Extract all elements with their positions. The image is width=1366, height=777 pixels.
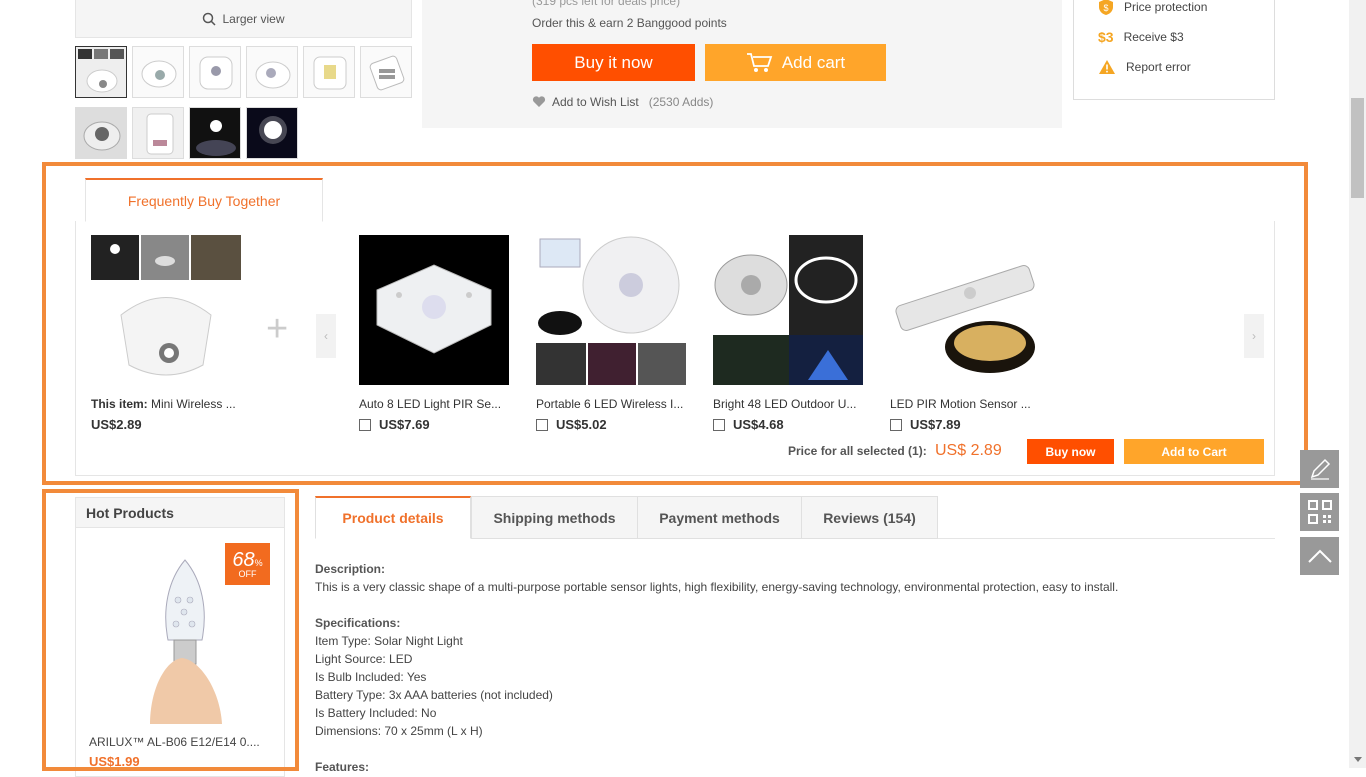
add-cart-label: Add cart <box>781 52 846 72</box>
gallery-thumb[interactable] <box>189 46 241 98</box>
points-note: Order this & earn 2 Banggood points <box>532 16 727 30</box>
receive-3-label: Receive $3 <box>1123 30 1184 44</box>
larger-view-button[interactable]: Larger view <box>75 0 412 38</box>
tab-reviews-label: Reviews (154) <box>823 509 916 526</box>
description-heading: Description: <box>315 562 386 576</box>
hot-highlight-frame <box>42 489 299 771</box>
spec-line: Light Source: LED <box>315 652 413 666</box>
larger-view-label: Larger view <box>222 11 285 26</box>
fbt-highlight-frame <box>42 162 1308 485</box>
product-details: Description: This is a very classic shap… <box>315 560 1275 776</box>
scroll-down-button[interactable] <box>1349 751 1366 768</box>
tab-product-details[interactable]: Product details <box>315 496 471 539</box>
warning-icon <box>1099 60 1115 74</box>
stock-note: (319 pcs left for deals price) <box>532 0 681 8</box>
add-cart-button[interactable]: Add cart <box>705 44 886 81</box>
spec-line: Is Battery Included: No <box>315 706 437 720</box>
gallery-thumb[interactable] <box>75 46 127 98</box>
qr-code-icon <box>1307 500 1332 524</box>
wishlist-count: (2530 Adds) <box>648 95 714 109</box>
tab-payment-methods-label: Payment methods <box>659 509 780 526</box>
svg-text:$: $ <box>1103 3 1108 13</box>
spec-line: Battery Type: 3x AAA batteries (not incl… <box>315 688 553 702</box>
tab-shipping-methods[interactable]: Shipping methods <box>471 496 638 539</box>
receive-3-link[interactable]: $3 Receive $3 <box>1074 22 1274 52</box>
report-error-link[interactable]: Report error <box>1074 52 1274 82</box>
cart-icon <box>746 52 773 72</box>
report-error-label: Report error <box>1126 60 1191 74</box>
price-protection-label: Price protection <box>1124 0 1208 14</box>
scroll-down-icon <box>1353 757 1362 762</box>
pencil-icon <box>1310 458 1330 480</box>
dollar-3-icon: $3 <box>1098 29 1114 45</box>
tab-product-details-label: Product details <box>342 510 444 526</box>
gallery-thumb[interactable] <box>246 107 298 159</box>
gallery-thumb[interactable] <box>132 107 184 159</box>
spec-line: Dimensions: 70 x 25mm (L x H) <box>315 724 483 738</box>
gallery-thumb[interactable] <box>132 46 184 98</box>
tab-shipping-methods-label: Shipping methods <box>493 509 616 526</box>
wishlist-link[interactable]: Add to Wish List (2530 Adds) <box>532 95 713 109</box>
buy-it-now-button[interactable]: Buy it now <box>532 44 695 81</box>
price-protection-link[interactable]: $ Price protection <box>1074 0 1274 22</box>
chevron-up-icon <box>1307 549 1332 563</box>
gallery-thumb[interactable] <box>246 46 298 98</box>
gallery-thumb[interactable] <box>360 46 412 98</box>
gallery-thumb[interactable] <box>75 107 127 159</box>
feedback-button[interactable] <box>1300 450 1339 488</box>
spec-line: Item Type: Solar Night Light <box>315 634 463 648</box>
scrollbar-thumb[interactable] <box>1351 98 1364 198</box>
tab-reviews[interactable]: Reviews (154) <box>801 496 938 539</box>
gallery-thumb[interactable] <box>303 46 355 98</box>
heart-icon <box>532 96 546 107</box>
wishlist-label: Add to Wish List <box>552 95 639 109</box>
specifications-heading: Specifications: <box>315 616 401 630</box>
features-heading: Features: <box>315 760 370 774</box>
spec-line: Is Bulb Included: Yes <box>315 670 427 684</box>
back-to-top-button[interactable] <box>1300 537 1339 575</box>
service-box: $ Price protection $3 Receive $3 Report … <box>1073 0 1275 100</box>
shield-dollar-icon: $ <box>1099 0 1113 15</box>
buy-it-now-label: Buy it now <box>574 52 653 72</box>
tab-payment-methods[interactable]: Payment methods <box>637 496 802 539</box>
magnifier-icon <box>203 12 217 26</box>
description-text: This is a very classic shape of a multi-… <box>315 580 1119 594</box>
gallery-thumb[interactable] <box>189 107 241 159</box>
qr-code-button[interactable] <box>1300 493 1339 531</box>
